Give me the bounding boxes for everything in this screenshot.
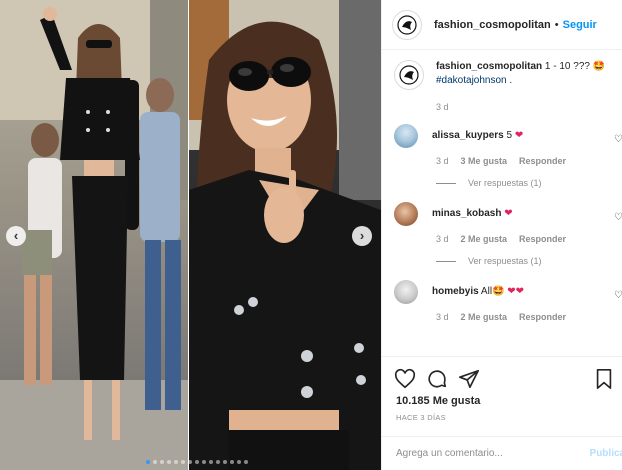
commenter-avatar[interactable] (394, 124, 418, 148)
caption-username[interactable]: fashion_cosmopolitan (436, 61, 542, 72)
comment-likes[interactable]: 3 Me gusta (461, 156, 508, 166)
carousel-dot (181, 460, 185, 464)
post-header: fashion_cosmopolitan • Seguir (382, 0, 622, 50)
post-actions-section: 10.185 Me gusta HACE 3 DÍAS (382, 356, 622, 422)
carousel-dot (153, 460, 157, 464)
post-side-panel: fashion_cosmopolitan • Seguir fashion_co… (381, 0, 622, 470)
caption: fashion_cosmopolitan 1 - 10 ??? 🤩 #dakot… (382, 60, 622, 112)
comment-likes[interactable]: 2 Me gusta (461, 312, 508, 322)
heart-emoji: ❤ (504, 208, 513, 219)
caption-time[interactable]: 3 d (436, 102, 449, 112)
commenter-avatar[interactable] (394, 202, 418, 226)
comment-like-icon[interactable]: ♡ (614, 134, 622, 145)
carousel-next-button[interactable]: › (352, 226, 372, 246)
action-bar (382, 357, 622, 391)
comment-like-icon[interactable]: ♡ (614, 212, 622, 223)
street-photo-illustration (0, 0, 188, 470)
comment-likes[interactable]: 2 Me gusta (461, 234, 508, 244)
carousel-dot (209, 460, 213, 464)
caption-meta: 3 d (436, 102, 622, 112)
view-replies-button[interactable]: Ver respuestas (1) (436, 256, 622, 266)
comment-meta: 3 d 2 Me gusta Responder (436, 234, 622, 244)
reply-button[interactable]: Responder (519, 234, 566, 244)
commenter-username[interactable]: alissa_kuypers (432, 130, 504, 141)
carousel-dot (216, 460, 220, 464)
view-replies-button[interactable]: Ver respuestas (1) (436, 178, 622, 188)
carousel-dot (244, 460, 248, 464)
comment-meta: 3 d 2 Me gusta Responder (436, 312, 622, 322)
comment-time[interactable]: 3 d (436, 312, 449, 322)
caption-hashtag[interactable]: #dakotajohnson (436, 75, 507, 86)
replies-line (436, 182, 456, 184)
replies-line (436, 260, 456, 262)
heart-icon[interactable] (394, 368, 416, 390)
comment-meta: 3 d 3 Me gusta Responder (436, 156, 622, 166)
likes-count[interactable]: 10.185 Me gusta (382, 395, 622, 407)
comment-body: 5 (506, 130, 513, 141)
author-avatar-image (397, 14, 417, 35)
post-media-carousel[interactable]: ‹ › (0, 0, 381, 470)
bookmark-icon[interactable] (593, 368, 615, 390)
carousel-dot (188, 460, 192, 464)
chevron-left-icon: ‹ (13, 228, 19, 243)
caption-author-avatar[interactable] (394, 60, 424, 90)
commenter-avatar[interactable] (394, 280, 418, 304)
carousel-dot (237, 460, 241, 464)
carousel-dot (146, 460, 150, 464)
reply-button[interactable]: Responder (519, 312, 566, 322)
heart-emoji: ❤❤ (507, 286, 525, 297)
author-avatar[interactable] (392, 9, 422, 40)
header-separator: • (554, 18, 559, 31)
comment-item: minas_kobash ❤ ♡ 3 d 2 Me gusta Responde… (382, 202, 622, 266)
publish-button[interactable]: Publicar (590, 448, 622, 459)
comment-input[interactable] (396, 448, 586, 459)
comment-item: alissa_kuypers 5 ❤ ♡ 3 d 3 Me gusta Resp… (382, 124, 622, 188)
caption-body: 1 - 10 ??? 🤩 (544, 61, 606, 72)
heart-emoji: ❤ (514, 130, 524, 141)
caption-trail: . (506, 75, 513, 86)
comment-text: homebyis All🤩 ❤❤ (432, 285, 610, 299)
post-photo-left (0, 0, 188, 470)
commenter-username[interactable]: minas_kobash (432, 208, 501, 219)
comment-body: All🤩 (480, 286, 505, 297)
view-replies-label: Ver respuestas (1) (468, 178, 542, 188)
post-date[interactable]: HACE 3 DÍAS (382, 413, 622, 422)
carousel-dot (202, 460, 206, 464)
carousel-dot (223, 460, 227, 464)
comment-time[interactable]: 3 d (436, 156, 449, 166)
comment-icon[interactable] (426, 368, 448, 390)
comment-time[interactable]: 3 d (436, 234, 449, 244)
comment-composer: Publicar (382, 436, 622, 470)
carousel-prev-button[interactable]: ‹ (6, 226, 26, 246)
follow-button[interactable]: Seguir (563, 19, 597, 31)
view-replies-label: Ver respuestas (1) (468, 256, 542, 266)
carousel-dot (167, 460, 171, 464)
commenter-username[interactable]: homebyis (432, 286, 479, 297)
comments-list[interactable]: fashion_cosmopolitan 1 - 10 ??? 🤩 #dakot… (382, 60, 622, 355)
chevron-right-icon: › (359, 228, 365, 243)
caption-avatar-image (399, 65, 419, 85)
carousel-dot (174, 460, 178, 464)
author-username[interactable]: fashion_cosmopolitan (434, 19, 551, 31)
comment-text: minas_kobash ❤ (432, 207, 610, 221)
carousel-dot (160, 460, 164, 464)
carousel-dot (230, 460, 234, 464)
carousel-dot (195, 460, 199, 464)
reply-button[interactable]: Responder (519, 156, 566, 166)
comment-item: homebyis All🤩 ❤❤ ♡ 3 d 2 Me gusta Respon… (382, 280, 622, 322)
share-icon[interactable] (458, 368, 480, 390)
carousel-indicator (146, 460, 248, 464)
comment-like-icon[interactable]: ♡ (614, 290, 622, 301)
caption-text: fashion_cosmopolitan 1 - 10 ??? 🤩 #dakot… (436, 60, 614, 88)
comment-text: alissa_kuypers 5 ❤ (432, 129, 610, 143)
